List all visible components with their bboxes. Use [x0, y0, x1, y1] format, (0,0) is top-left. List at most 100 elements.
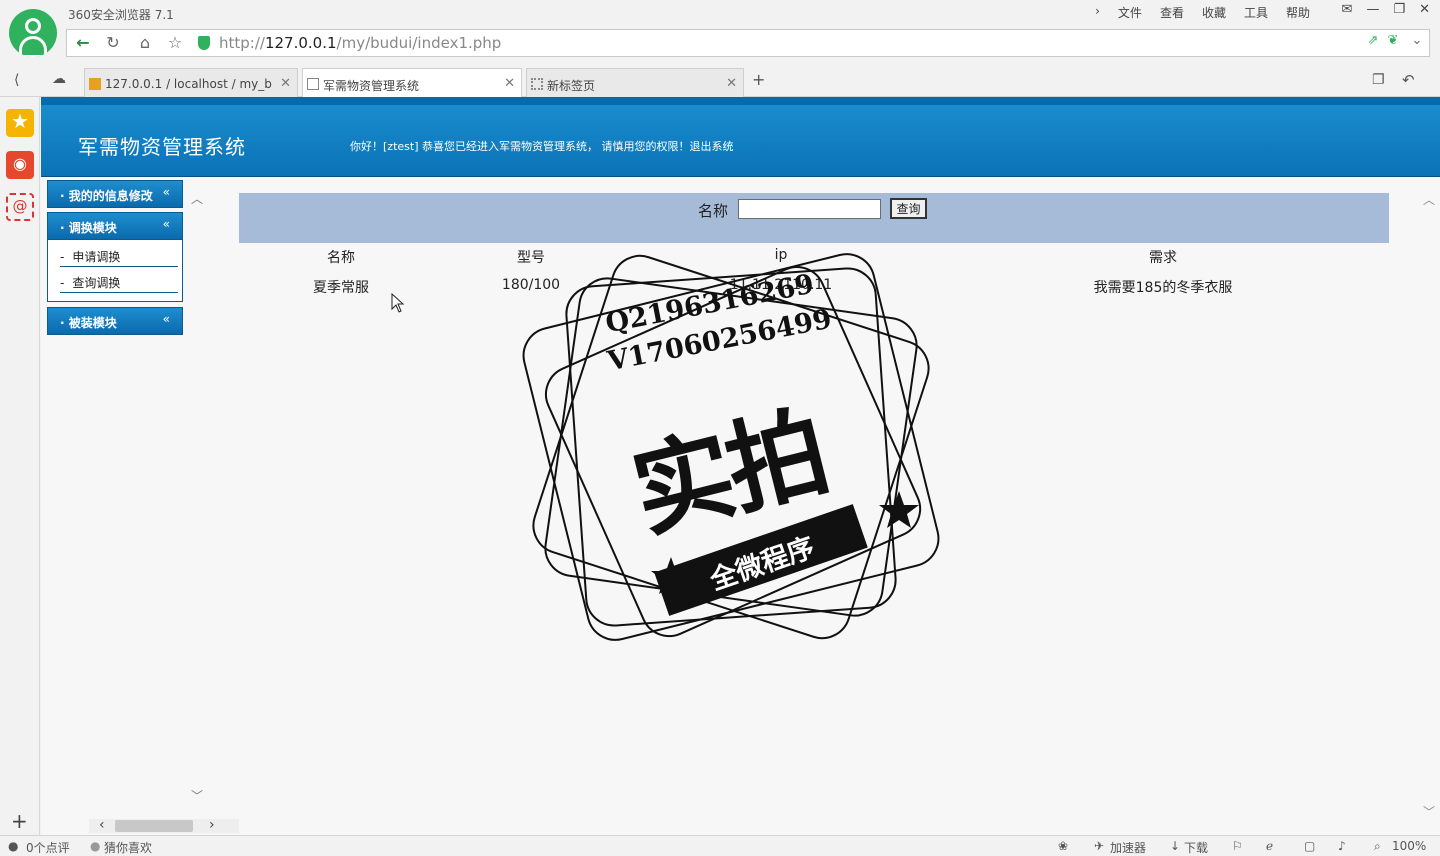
skin-icon[interactable]: ✉: [1342, 2, 1353, 17]
close-window-icon[interactable]: ✕: [1419, 2, 1430, 17]
menu-item-help[interactable]: 帮助: [1284, 4, 1312, 21]
page-favicon-icon: [307, 78, 319, 90]
tab-phpmyadmin[interactable]: 127.0.0.1 / localhost / my_b ✕: [84, 68, 298, 97]
guess-dot-icon: ●: [90, 839, 101, 853]
weibo-icon[interactable]: ◉: [6, 151, 34, 179]
browser-menu: › 文件 查看 收藏 工具 帮助: [1093, 4, 1312, 21]
scroll-left-icon[interactable]: ‹: [99, 817, 105, 833]
status-bar: ● 0个点评 ● 猜你喜欢 ❀ ✈ 加速器 ↓ 下载 ⚐ ℯ ▢ ♪ ⌕ 100…: [0, 835, 1440, 855]
table-cell-demand: 我需要185的冬季衣服: [1093, 280, 1233, 296]
leaf-icon[interactable]: ❦: [1383, 33, 1403, 48]
module-exchange[interactable]: · 调换模块 «: [47, 212, 183, 240]
module-clothing[interactable]: · 被装模块 «: [47, 307, 183, 335]
collapse-chevron-icon[interactable]: «: [163, 185, 170, 199]
undo-close-icon[interactable]: ↶: [1402, 71, 1415, 89]
scroll-right-icon[interactable]: ›: [209, 817, 215, 833]
watermark-stamp: Q2196316269 V17060256499 实拍 全微程序: [521, 247, 941, 647]
dropdown-chevron-icon[interactable]: ⌄: [1407, 33, 1427, 48]
tab-label: 军需物资管理系统: [323, 79, 420, 93]
module-my-info[interactable]: · 我的的信息修改 «: [47, 180, 183, 208]
security-shield-icon: [198, 36, 210, 50]
url-text[interactable]: http://127.0.0.1/my/budui/index1.php: [219, 34, 501, 52]
user-avatar-icon[interactable]: [9, 9, 57, 57]
download-link[interactable]: 下载: [1184, 839, 1208, 856]
back-arrow-icon[interactable]: ←: [73, 33, 93, 52]
search-name-input[interactable]: [738, 199, 881, 219]
tab-system[interactable]: 军需物资管理系统 ✕: [302, 68, 522, 98]
table-header-ip: ip: [774, 247, 788, 263]
search-label: 名称: [698, 202, 729, 220]
menu-item-favorites[interactable]: 收藏: [1200, 4, 1228, 21]
menu-item-file[interactable]: 文件: [1116, 4, 1144, 21]
menu-chevron-icon[interactable]: ›: [1093, 4, 1102, 21]
favorites-star-icon[interactable]: ★: [6, 109, 34, 137]
rocket-icon: ✈: [1094, 839, 1105, 853]
submenu-query-exchange[interactable]: - 查询调换: [60, 271, 178, 293]
module-label: · 调换模块: [60, 221, 117, 235]
collapse-chevron-icon[interactable]: «: [163, 312, 170, 326]
menu-item-view[interactable]: 查看: [1158, 4, 1186, 21]
cloud-icon[interactable]: ☁: [52, 71, 66, 87]
star-bookmark-icon[interactable]: ☆: [165, 33, 185, 52]
stamp-big-text: 实拍: [621, 392, 837, 553]
speaker-icon[interactable]: ♪: [1338, 839, 1346, 853]
download-arrow-icon: ↓: [1170, 839, 1181, 853]
tab-list-icon[interactable]: ❐: [1372, 72, 1385, 88]
share-icon[interactable]: ⇗: [1363, 33, 1383, 48]
welcome-text[interactable]: 你好！[ztest] 恭喜您已经进入军需物资管理系统， 请慎用您的权限！退出系统: [350, 138, 733, 154]
pma-favicon-icon: [89, 78, 101, 90]
app-title: 360安全浏览器 7.1: [68, 8, 174, 22]
mail-at-icon[interactable]: @: [6, 193, 34, 221]
window-icon[interactable]: ▢: [1304, 839, 1315, 853]
left-frame-scroll-down-icon[interactable]: ﹀: [191, 787, 203, 804]
submenu-label: 查询调换: [72, 276, 121, 290]
add-sidebar-plus-icon[interactable]: +: [11, 809, 28, 833]
right-frame-scroll-down-icon[interactable]: ﹀: [1423, 803, 1435, 820]
flag-icon[interactable]: ⚐: [1232, 839, 1243, 853]
table-header-model: 型号: [517, 250, 545, 266]
close-tab-icon[interactable]: ✕: [726, 76, 737, 91]
new-tab-plus-icon[interactable]: +: [752, 70, 765, 89]
system-title: 军需物资管理系统: [78, 135, 246, 159]
collapse-chevron-icon[interactable]: «: [163, 217, 170, 231]
comments-count[interactable]: 0个点评: [26, 839, 70, 856]
zoom-level[interactable]: 100%: [1392, 839, 1426, 853]
home-icon[interactable]: ⌂: [135, 33, 155, 52]
guess-you-like[interactable]: 猜你喜欢: [104, 839, 152, 856]
ie-icon[interactable]: ℯ: [1266, 839, 1273, 853]
close-tab-icon[interactable]: ✕: [280, 76, 291, 91]
tab-label: 新标签页: [547, 79, 596, 93]
stamp-line2: V17060256499: [605, 303, 835, 378]
grid-favicon-icon: [531, 78, 543, 90]
tab-newtab[interactable]: 新标签页 ✕: [526, 68, 744, 97]
mouse-cursor-icon: [391, 293, 405, 313]
accelerator-link[interactable]: 加速器: [1110, 839, 1146, 856]
refresh-icon[interactable]: ↻: [103, 33, 123, 52]
stamp-frame: [522, 253, 940, 641]
submenu-apply-exchange[interactable]: - 申请调换: [60, 245, 178, 267]
stamp-ribbon: 全微程序: [654, 504, 868, 616]
left-frame-scroll-up-icon[interactable]: ︿: [191, 190, 203, 207]
restore-icon[interactable]: ❐: [1393, 2, 1405, 17]
close-tab-icon[interactable]: ✕: [504, 76, 515, 91]
table-cell-ip: 11.11.2110.11: [729, 277, 833, 293]
menu-item-tools[interactable]: 工具: [1242, 4, 1270, 21]
header-banner: 军需物资管理系统 你好！[ztest] 恭喜您已经进入军需物资管理系统， 请慎用…: [41, 97, 1440, 177]
table-header-name: 名称: [327, 250, 355, 266]
module-label: · 我的的信息修改: [60, 189, 153, 203]
zoom-magnifier-icon: ⌕: [1374, 839, 1381, 853]
query-button[interactable]: 查询: [890, 198, 927, 219]
search-panel: 名称 查询: [239, 193, 1389, 243]
address-bar[interactable]: ← ↻ ⌂ ☆ http://127.0.0.1/my/budui/index1…: [66, 29, 1430, 57]
right-frame-scroll-up-icon[interactable]: ︿: [1423, 191, 1435, 208]
leaf-status-icon[interactable]: ❀: [1058, 839, 1068, 853]
window-controls: ✉ — ❐ ✕: [1342, 2, 1430, 17]
tab-scroll-left-icon[interactable]: ⟨: [14, 72, 19, 88]
table-cell-name: 夏季常服: [313, 280, 369, 296]
module-label: · 被装模块: [60, 316, 117, 330]
scroll-thumb[interactable]: [115, 820, 193, 832]
minimize-icon[interactable]: —: [1366, 2, 1379, 17]
browser-titlebar: 360安全浏览器 7.1 › 文件 查看 收藏 工具 帮助 ✉ — ❐ ✕ ← …: [0, 0, 1440, 62]
horizontal-scrollbar[interactable]: ‹ ›: [89, 817, 239, 833]
submenu-label: 申请调换: [72, 250, 121, 264]
